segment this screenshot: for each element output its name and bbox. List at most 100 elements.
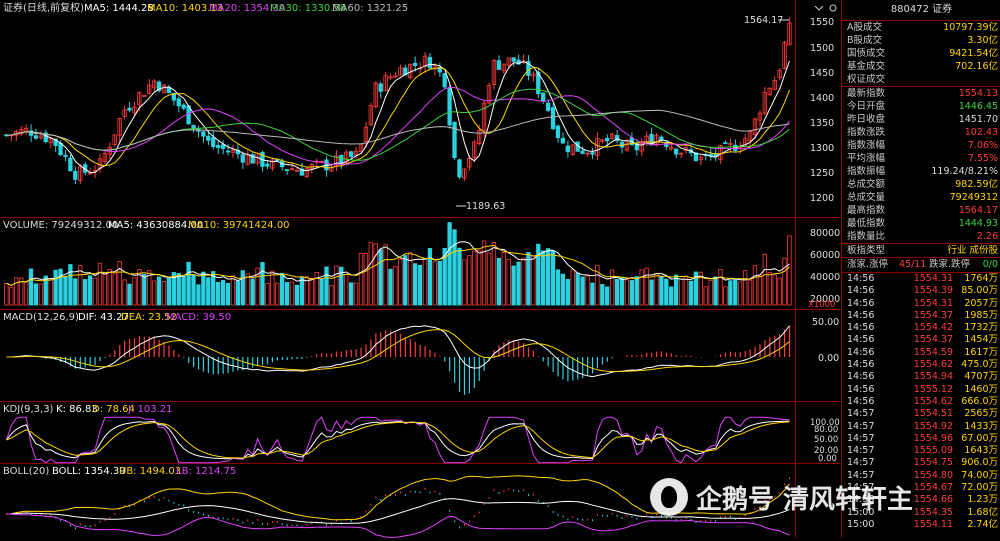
volume-bar xyxy=(4,282,9,306)
ma20-line xyxy=(6,86,790,165)
tick-row[interactable]: 14:57 1554.96 67.00万 xyxy=(842,433,1000,445)
tick-volume: 2057万 xyxy=(964,297,998,309)
volume-bar xyxy=(590,282,595,306)
volume-bar xyxy=(279,272,285,306)
volume-bar xyxy=(240,270,245,306)
tick-volume: 1985万 xyxy=(964,309,998,321)
volume-bar xyxy=(250,278,255,306)
candle-body xyxy=(590,152,595,155)
candle-body xyxy=(442,73,447,88)
candle-body xyxy=(565,145,570,153)
volume-bar xyxy=(600,284,605,306)
tick-time: 14:56 xyxy=(847,395,875,407)
tick-row[interactable]: 14:57 1555.09 1643万 xyxy=(842,445,1000,457)
volume-bar xyxy=(260,262,265,306)
stat-value: 7.06% xyxy=(967,140,998,151)
candle-body xyxy=(427,56,433,69)
tick-volume: 1433万 xyxy=(964,420,998,432)
volume-bar xyxy=(265,282,270,306)
tick-volume: 1454万 xyxy=(964,334,998,346)
volume-bar xyxy=(516,261,521,306)
candlestick-series[interactable] xyxy=(4,17,792,185)
volume-bar xyxy=(683,275,689,306)
macd-histogram xyxy=(6,325,791,396)
price-tick: 1450 xyxy=(810,68,834,79)
tick-volume: 1460万 xyxy=(964,383,998,395)
stat-row: 指数振幅 119.24/8.21% xyxy=(842,165,1000,178)
volume-bar xyxy=(437,260,442,306)
chevron-down-icon[interactable] xyxy=(814,5,824,11)
volume-bar xyxy=(9,286,14,306)
candle-body xyxy=(580,150,585,154)
tick-row[interactable]: 14:56 1554.94 4707万 xyxy=(842,371,1000,383)
volume-bar xyxy=(156,276,162,306)
tick-row[interactable]: 14:56 1554.59 1617万 xyxy=(842,347,1000,359)
tick-row[interactable]: 14:56 1554.62 475.0万 xyxy=(842,359,1000,371)
volume-bar xyxy=(176,272,181,306)
tick-volume: 666.0万 xyxy=(961,395,998,407)
tick-row[interactable]: 14:56 1554.42 1732万 xyxy=(842,322,1000,334)
volume-bar xyxy=(447,222,452,306)
volume-label: VOLUME: 79249312.00 xyxy=(3,220,118,231)
ma5-label: MA5: 1444.28 xyxy=(84,3,154,14)
tick-price: 1554.62 xyxy=(913,359,953,371)
volume-bar xyxy=(718,269,723,306)
price-tick: 1250 xyxy=(810,168,834,179)
candle-body xyxy=(215,145,221,149)
circle-icon[interactable] xyxy=(829,4,837,12)
tick-row[interactable]: 14:56 1554.37 1985万 xyxy=(842,310,1000,322)
board-type-value[interactable]: 行业 成份股 xyxy=(947,244,998,257)
candle-body xyxy=(674,148,679,155)
stat-label: 今日开盘 xyxy=(847,101,886,112)
volume-bar xyxy=(348,282,354,306)
tick-volume: 1764万 xyxy=(964,273,998,284)
volume-bar xyxy=(570,269,575,306)
candle-body xyxy=(348,151,354,157)
chart-area[interactable]: 证券(日线,前复权) MA5: 1444.28 MA10: 1403.13 MA… xyxy=(0,0,840,538)
volume-bar xyxy=(659,276,664,306)
tick-row[interactable]: 14:56 1554.62 666.0万 xyxy=(842,396,1000,408)
volume-bar xyxy=(270,270,275,306)
stat-row: 权证成交 xyxy=(842,73,1000,86)
volume-tick: 80000 xyxy=(810,228,840,239)
volume-bar xyxy=(767,272,772,306)
stat-label: 总成交额 xyxy=(847,179,886,190)
tick-time: 14:57 xyxy=(847,445,875,457)
tick-row[interactable]: 14:57 1554.75 906.0万 xyxy=(842,457,1000,469)
kdj-tick: 0.00 xyxy=(818,454,837,464)
volume-bar xyxy=(83,279,88,306)
tick-row[interactable]: 14:56 1554.31 2057万 xyxy=(842,298,1000,310)
tick-row[interactable]: 14:56 1554.37 1454万 xyxy=(842,334,1000,346)
volume-bar xyxy=(452,229,457,306)
tick-price: 1555.09 xyxy=(913,445,953,457)
volume-bar xyxy=(457,247,462,306)
volume-unit: X1000 xyxy=(808,300,835,310)
candle-body xyxy=(206,135,211,141)
stat-row: B股成交 3.30亿 xyxy=(842,34,1000,47)
volume-bar xyxy=(644,267,649,306)
tick-row[interactable]: 14:57 1554.92 1433万 xyxy=(842,421,1000,433)
stat-value: 102.43 xyxy=(964,127,998,138)
tick-row[interactable]: 14:56 1554.31 1764万 xyxy=(842,273,1000,285)
boll-mid-label: BOLL: 1354.39 xyxy=(52,466,126,477)
candle-body xyxy=(63,154,68,157)
tick-row[interactable]: 14:56 1554.39 85.00万 xyxy=(842,285,1000,297)
tick-row[interactable]: 15:00 1554.11 2.74亿 xyxy=(842,519,1000,531)
price-tick: 1550 xyxy=(810,17,834,28)
tick-row[interactable]: 14:57 1554.51 2565万 xyxy=(842,408,1000,420)
volume-bar xyxy=(201,271,206,306)
tick-row[interactable]: 14:56 1555.12 1460万 xyxy=(842,384,1000,396)
macd-tick: 0.00 xyxy=(818,353,839,364)
volume-bar xyxy=(476,250,482,306)
stat-label: 指数涨跌 xyxy=(847,127,886,138)
price-tick: 1500 xyxy=(810,43,834,54)
tick-price: 1555.12 xyxy=(913,383,953,395)
volume-bar xyxy=(151,280,157,306)
stat-label: 平均涨幅 xyxy=(847,153,886,164)
stat-value: 2.26 xyxy=(976,231,998,242)
volume-axis: 80000 60000 40000 20000 X1000 xyxy=(808,228,840,310)
chart-svg[interactable]: 证券(日线,前复权) MA5: 1444.28 MA10: 1403.13 MA… xyxy=(0,0,840,538)
stat-label: A股成交 xyxy=(847,22,882,33)
tick-time: 14:57 xyxy=(847,420,875,432)
tick-price: 1554.42 xyxy=(913,322,953,334)
